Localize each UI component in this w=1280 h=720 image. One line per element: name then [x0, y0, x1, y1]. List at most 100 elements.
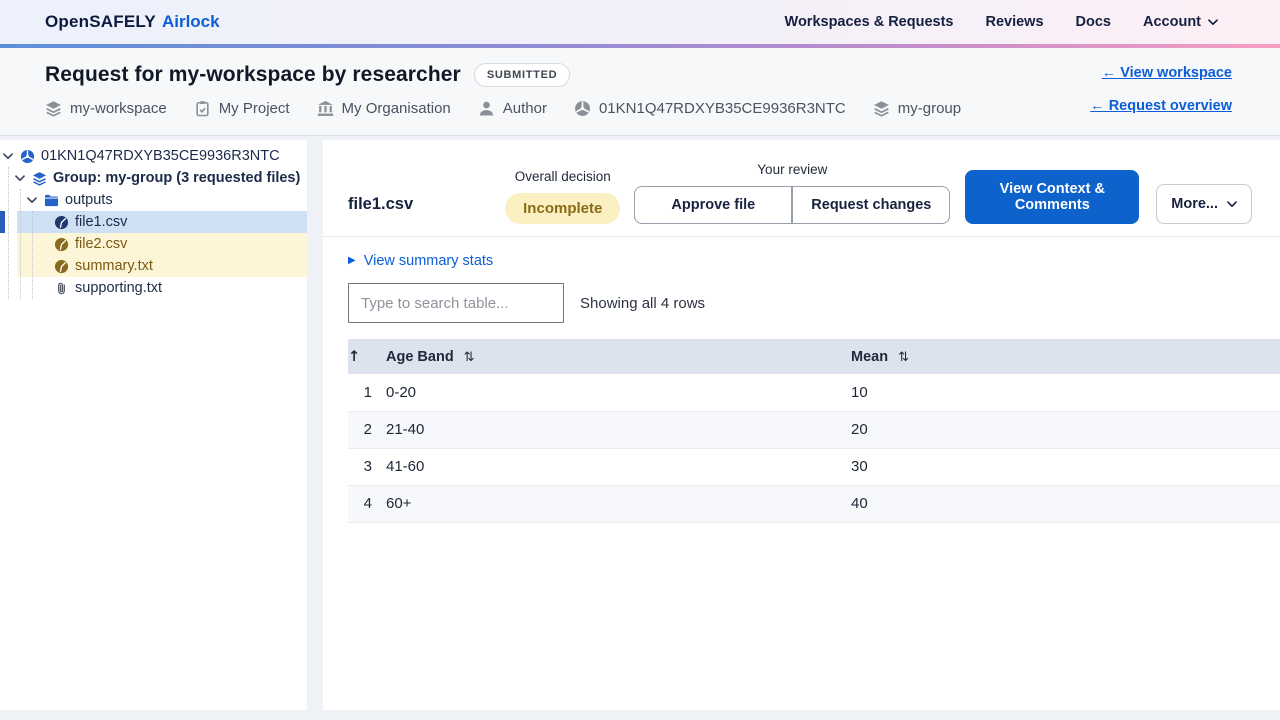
sort-icon: ⇅ — [898, 350, 909, 365]
layers-icon — [32, 171, 47, 186]
column-header-age-band[interactable]: Age Band ⇅ — [386, 339, 851, 374]
meta-author: Author — [478, 100, 547, 117]
meta-project: My Project — [194, 100, 290, 117]
meta-organisation: My Organisation — [317, 100, 451, 117]
tree-guide-line — [20, 189, 21, 299]
mean-header-label: Mean — [851, 349, 888, 365]
your-review-block: Your review Approve file Request changes — [634, 162, 950, 224]
approve-file-button[interactable]: Approve file — [634, 186, 792, 224]
request-icon — [574, 100, 591, 117]
bank-icon — [317, 100, 334, 117]
table-row: 4 60+ 40 — [348, 485, 1280, 522]
meta-workspace: my-workspace — [45, 100, 167, 117]
layers-icon — [45, 100, 62, 117]
logo-airlock: Airlock — [162, 12, 220, 32]
nav-account[interactable]: Account — [1143, 14, 1218, 30]
view-summary-stats-toggle[interactable]: ▶ View summary stats — [348, 253, 493, 269]
meta-organisation-label: My Organisation — [342, 100, 451, 117]
cell-age-band: 60+ — [386, 485, 851, 522]
folder-icon — [44, 193, 59, 208]
nav-docs[interactable]: Docs — [1076, 14, 1111, 30]
logo-opensafely: OpenSAFELY — [45, 12, 156, 32]
cell-mean: 20 — [851, 411, 1280, 448]
tree-file-file1[interactable]: file1.csv — [0, 211, 307, 233]
tree-file-summary[interactable]: summary.txt — [0, 255, 307, 277]
decision-badge: Incomplete — [505, 193, 620, 224]
tree-node-group[interactable]: Group: my-group (3 requested files) — [0, 167, 307, 189]
csv-file-icon — [54, 237, 69, 252]
more-button-label: More... — [1171, 196, 1218, 212]
sort-icon: ⇅ — [464, 350, 475, 365]
tree-guide-line — [32, 211, 33, 299]
file-detail-panel: file1.csv Overall decision Incomplete Yo… — [323, 140, 1280, 710]
meta-project-label: My Project — [219, 100, 290, 117]
paperclip-icon — [54, 281, 69, 296]
row-index: 4 — [348, 485, 386, 522]
file-tree-sidebar: 01KN1Q47RDXYB35CE9936R3NTC Group: my-gro… — [0, 140, 307, 710]
nav-workspaces-requests[interactable]: Workspaces & Requests — [785, 14, 954, 30]
meta-author-label: Author — [503, 100, 547, 117]
request-icon — [20, 149, 35, 164]
more-button[interactable]: More... — [1156, 184, 1252, 224]
cell-age-band: 0-20 — [386, 374, 851, 411]
chevron-down-icon — [1227, 201, 1237, 208]
age-band-header-label: Age Band — [386, 349, 454, 365]
app-logo[interactable]: OpenSAFELY Airlock — [45, 12, 220, 32]
overall-decision-block: Overall decision Incomplete — [505, 169, 620, 224]
tree-node-request[interactable]: 01KN1Q47RDXYB35CE9936R3NTC — [0, 145, 307, 167]
tree-file-supporting[interactable]: supporting.txt — [0, 277, 307, 299]
tree-file-summary-label: summary.txt — [75, 258, 153, 274]
view-context-comments-button[interactable]: View Context & Comments — [965, 170, 1139, 224]
chevron-down-icon[interactable] — [3, 151, 14, 162]
tree-file-file2[interactable]: file2.csv — [0, 233, 307, 255]
table-controls: Showing all 4 rows — [348, 283, 1280, 323]
clipboard-icon — [194, 100, 211, 117]
meta-request-id: 01KN1Q47RDXYB35CE9936R3NTC — [574, 100, 846, 117]
csv-file-icon — [54, 215, 69, 230]
request-header: Request for my-workspace by researcher S… — [0, 48, 1280, 136]
request-changes-button[interactable]: Request changes — [792, 186, 950, 224]
status-badge: SUBMITTED — [474, 63, 570, 87]
tree-guide-line — [8, 167, 9, 299]
tree-node-outputs-label: outputs — [65, 192, 113, 208]
chevron-down-icon[interactable] — [15, 173, 26, 184]
chevron-down-icon — [1208, 19, 1218, 26]
csv-file-icon — [54, 259, 69, 274]
chevron-down-icon[interactable] — [27, 195, 38, 206]
row-index: 1 — [348, 374, 386, 411]
top-navigation: OpenSAFELY Airlock Workspaces & Requests… — [0, 0, 1280, 44]
view-summary-stats-label: View summary stats — [364, 253, 493, 269]
meta-workspace-label: my-workspace — [70, 100, 167, 117]
overall-decision-label: Overall decision — [515, 169, 611, 184]
page-title: Request for my-workspace by researcher — [45, 63, 461, 87]
file-title: file1.csv — [348, 195, 413, 214]
table-row: 2 21-40 20 — [348, 411, 1280, 448]
disclosure-triangle-icon: ▶ — [348, 256, 356, 266]
meta-request-id-label: 01KN1Q47RDXYB35CE9936R3NTC — [599, 100, 846, 117]
row-index: 2 — [348, 411, 386, 448]
cell-age-band: 41-60 — [386, 448, 851, 485]
nav-account-label: Account — [1143, 14, 1201, 30]
cell-mean: 30 — [851, 448, 1280, 485]
request-meta: my-workspace My Project My Organisation … — [45, 100, 961, 117]
request-overview-link[interactable]: ← Request overview — [1090, 98, 1232, 114]
view-workspace-link[interactable]: ← View workspace — [1102, 65, 1232, 81]
tree-node-group-label: Group: my-group (3 requested files) — [53, 170, 300, 186]
nav-reviews[interactable]: Reviews — [985, 14, 1043, 30]
user-icon — [478, 100, 495, 117]
index-sort-header[interactable]: ↑ — [348, 339, 386, 374]
meta-group-label: my-group — [898, 100, 961, 117]
table-search-input[interactable] — [348, 283, 564, 323]
tree-file-supporting-label: supporting.txt — [75, 280, 162, 296]
row-count-text: Showing all 4 rows — [580, 295, 705, 312]
row-index: 3 — [348, 448, 386, 485]
nav-menu: Workspaces & Requests Reviews Docs Accou… — [785, 14, 1218, 30]
tree-file-file1-label: file1.csv — [75, 214, 127, 230]
meta-group: my-group — [873, 100, 961, 117]
your-review-label: Your review — [757, 162, 827, 177]
column-header-mean[interactable]: Mean ⇅ — [851, 339, 1280, 374]
cell-mean: 40 — [851, 485, 1280, 522]
data-table: ↑ Age Band⇅ Mean⇅ 1 0-20 10 2 21-40 20 3 — [348, 339, 1280, 523]
layers-icon — [873, 100, 890, 117]
tree-node-outputs-folder[interactable]: outputs — [0, 189, 307, 211]
